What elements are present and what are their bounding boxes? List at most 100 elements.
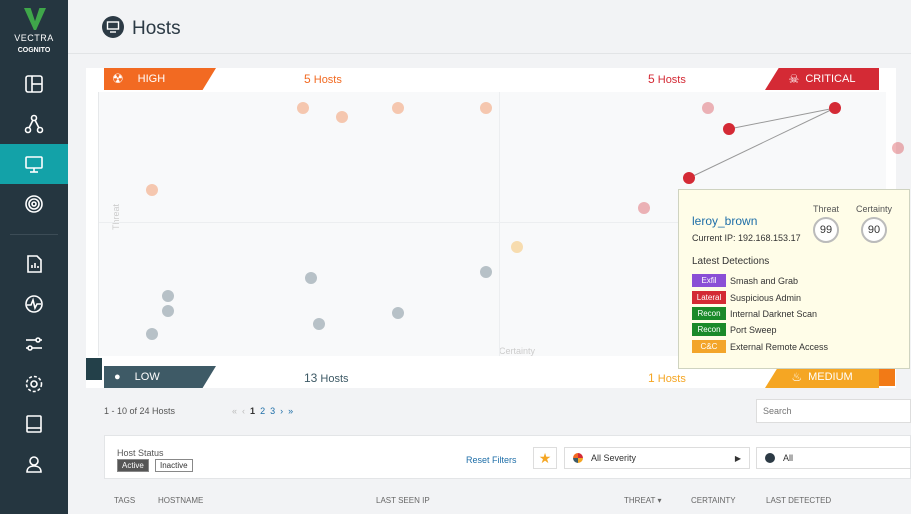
- related-host-marker[interactable]: [723, 123, 735, 135]
- nav-health[interactable]: [0, 284, 68, 324]
- globe-icon: [765, 453, 775, 463]
- host-dot[interactable]: [511, 241, 523, 253]
- scope-select[interactable]: All: [756, 447, 911, 469]
- host-dot[interactable]: [392, 307, 404, 319]
- vectra-logo[interactable]: VECTRA COGNITO: [0, 0, 68, 64]
- host-dot[interactable]: [313, 318, 325, 330]
- dashboard-icon: [25, 75, 43, 93]
- detection-row[interactable]: Exfil Smash and Grab: [692, 274, 798, 287]
- inactive-toggle[interactable]: Inactive: [155, 459, 193, 472]
- page-title: Hosts: [132, 18, 181, 39]
- detection-name: External Remote Access: [730, 341, 829, 352]
- detection-row[interactable]: Recon Internal Darknet Scan: [692, 307, 817, 320]
- detection-row[interactable]: Recon Port Sweep: [692, 323, 777, 336]
- high-count: 5 Hosts: [304, 72, 342, 86]
- severity-value: All Severity: [591, 453, 637, 463]
- page-3[interactable]: 3: [270, 406, 275, 416]
- column-threat[interactable]: THREAT ▾: [624, 496, 662, 505]
- column-hostname[interactable]: HOSTNAME: [158, 496, 203, 505]
- severity-select[interactable]: All Severity ▶: [564, 447, 750, 469]
- host-dot[interactable]: [162, 305, 174, 317]
- gear-icon: [25, 375, 43, 393]
- detection-row[interactable]: C&C External Remote Access: [692, 340, 828, 353]
- host-dot[interactable]: [702, 102, 714, 114]
- next-page-button[interactable]: ›: [280, 406, 283, 416]
- vectra-logo-icon: [24, 8, 46, 30]
- column-last-seen-ip[interactable]: LAST SEEN IP: [376, 496, 430, 505]
- critical-count: 5 Hosts: [648, 72, 686, 86]
- column-last-detected[interactable]: LAST DETECTED: [766, 496, 831, 505]
- nav-campaigns[interactable]: [0, 104, 68, 144]
- detection-name: Internal Darknet Scan: [730, 308, 818, 319]
- first-page-button[interactable]: «: [232, 406, 237, 416]
- nav-detections[interactable]: [0, 184, 68, 224]
- host-dot[interactable]: [638, 202, 650, 214]
- host-dot[interactable]: [336, 111, 348, 123]
- search-input[interactable]: [756, 399, 911, 423]
- nav-divider: [10, 234, 58, 235]
- host-status-label: Host Status: [117, 448, 164, 458]
- medium-count: 1 Hosts: [648, 371, 686, 385]
- low-quadrant-label[interactable]: ● LOW: [104, 366, 216, 388]
- host-tooltip: leroy_brown Current IP: 192.168.153.17 T…: [678, 189, 910, 369]
- page-1[interactable]: 1: [250, 406, 255, 416]
- high-label: HIGH: [137, 73, 166, 85]
- caret-right-icon: ▶: [734, 453, 741, 463]
- medium-quadrant-label[interactable]: ♨ MEDIUM: [765, 366, 879, 388]
- medium-label: MEDIUM: [808, 371, 853, 383]
- nav-docs[interactable]: [0, 404, 68, 444]
- threat-axis-label: Threat: [111, 203, 122, 231]
- host-dot[interactable]: [297, 102, 309, 114]
- severity-icon: [573, 453, 583, 463]
- nav-hosts[interactable]: [0, 144, 68, 184]
- detection-name: Smash and Grab: [730, 275, 799, 286]
- column-certainty[interactable]: CERTAINTY: [691, 496, 736, 505]
- pagination: « ‹ 1 2 3 › »: [232, 406, 293, 416]
- host-dot[interactable]: [305, 272, 317, 284]
- latest-detections-title: Latest Detections: [692, 256, 770, 267]
- host-dot[interactable]: [892, 142, 904, 154]
- host-dot[interactable]: [162, 290, 174, 302]
- results-range: 1 - 10 of 24 Hosts: [104, 406, 176, 416]
- threat-score: 99: [813, 217, 839, 243]
- prev-page-button[interactable]: ‹: [242, 406, 245, 416]
- reset-filters-link[interactable]: Reset Filters: [466, 455, 517, 465]
- tooltip-hostname[interactable]: leroy_brown: [692, 214, 757, 228]
- page-2[interactable]: 2: [260, 406, 265, 416]
- detection-row[interactable]: Lateral Suspicious Admin: [692, 291, 801, 304]
- detection-name: Port Sweep: [730, 324, 777, 335]
- flame-icon: ♨: [791, 370, 803, 384]
- host-dot[interactable]: [392, 102, 404, 114]
- related-host-marker[interactable]: [683, 172, 695, 184]
- host-dot[interactable]: [146, 328, 158, 340]
- nav-profile[interactable]: [0, 444, 68, 484]
- critical-quadrant-label[interactable]: ☠ CRITICAL: [765, 68, 879, 90]
- low-ribbon-stub: [86, 358, 102, 380]
- tooltip-ip: Current IP: 192.168.153.17: [692, 233, 801, 243]
- report-icon: [27, 255, 42, 273]
- last-page-button[interactable]: »: [288, 406, 293, 416]
- nav-reports[interactable]: [0, 244, 68, 284]
- hosts-header-icon: [102, 16, 124, 38]
- nav-dashboard[interactable]: [0, 64, 68, 104]
- target-icon: [25, 195, 43, 213]
- host-dot[interactable]: [480, 266, 492, 278]
- host-dot[interactable]: [146, 184, 158, 196]
- threat-label: Threat: [812, 204, 839, 214]
- network-icon: [24, 114, 44, 134]
- active-toggle[interactable]: Active: [117, 459, 149, 472]
- scope-value: All: [783, 453, 794, 463]
- detection-tag: Lateral: [692, 291, 726, 304]
- sidebar: VECTRA COGNITO: [0, 0, 68, 514]
- brand-name: VECTRA: [14, 33, 54, 43]
- nav-settings[interactable]: [0, 364, 68, 404]
- selected-host-marker[interactable]: [829, 102, 841, 114]
- high-quadrant-label[interactable]: ☢ HIGH: [104, 68, 216, 90]
- column-tags[interactable]: TAGS: [114, 496, 135, 505]
- favorite-filter-button[interactable]: ★: [533, 447, 557, 469]
- pulse-icon: [25, 295, 43, 313]
- nav-triage[interactable]: [0, 324, 68, 364]
- radiation-icon: ☢: [112, 71, 124, 86]
- certainty-score: 90: [861, 217, 887, 243]
- host-dot[interactable]: [480, 102, 492, 114]
